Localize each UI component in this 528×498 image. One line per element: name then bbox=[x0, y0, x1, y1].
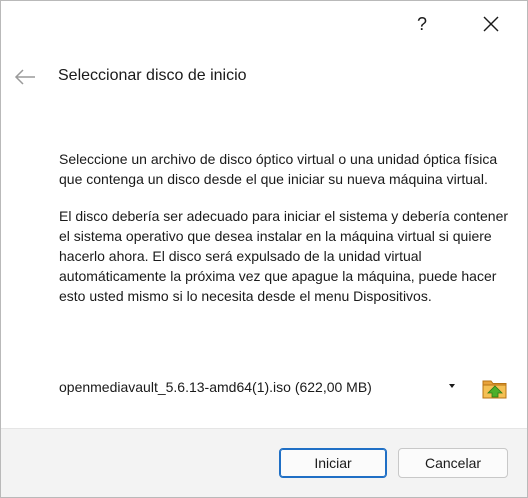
folder-up-icon bbox=[482, 380, 507, 399]
description-paragraph-2: El disco debería ser adecuado para inici… bbox=[59, 208, 509, 304]
title-bar: ? bbox=[1, 1, 527, 47]
description: Seleccione un archivo de disco óptico vi… bbox=[59, 149, 513, 323]
arrow-left-icon bbox=[14, 69, 35, 85]
page-title: Seleccionar disco de inicio bbox=[58, 67, 247, 84]
dialog-window: ? Seleccionar disco de inicio Seleccione… bbox=[0, 0, 528, 498]
cancel-button[interactable]: Cancelar bbox=[398, 448, 508, 478]
start-button[interactable]: Iniciar bbox=[279, 448, 387, 478]
description-paragraph-1: Seleccione un archivo de disco óptico vi… bbox=[59, 151, 498, 187]
close-icon bbox=[483, 16, 499, 32]
help-button[interactable]: ? bbox=[399, 1, 445, 47]
choose-disk-file-button[interactable] bbox=[481, 374, 509, 402]
close-button[interactable] bbox=[468, 1, 514, 47]
chevron-down-icon bbox=[449, 384, 455, 388]
disk-select-value: openmediavault_5.6.13-amd64(1).iso (622,… bbox=[59, 379, 372, 395]
dialog-footer: Iniciar Cancelar bbox=[1, 428, 527, 497]
back-button[interactable] bbox=[9, 61, 41, 93]
disk-select[interactable]: openmediavault_5.6.13-amd64(1).iso (622,… bbox=[51, 371, 471, 405]
wizard-header: Seleccionar disco de inicio bbox=[1, 57, 527, 97]
help-label: ? bbox=[416, 13, 427, 34]
